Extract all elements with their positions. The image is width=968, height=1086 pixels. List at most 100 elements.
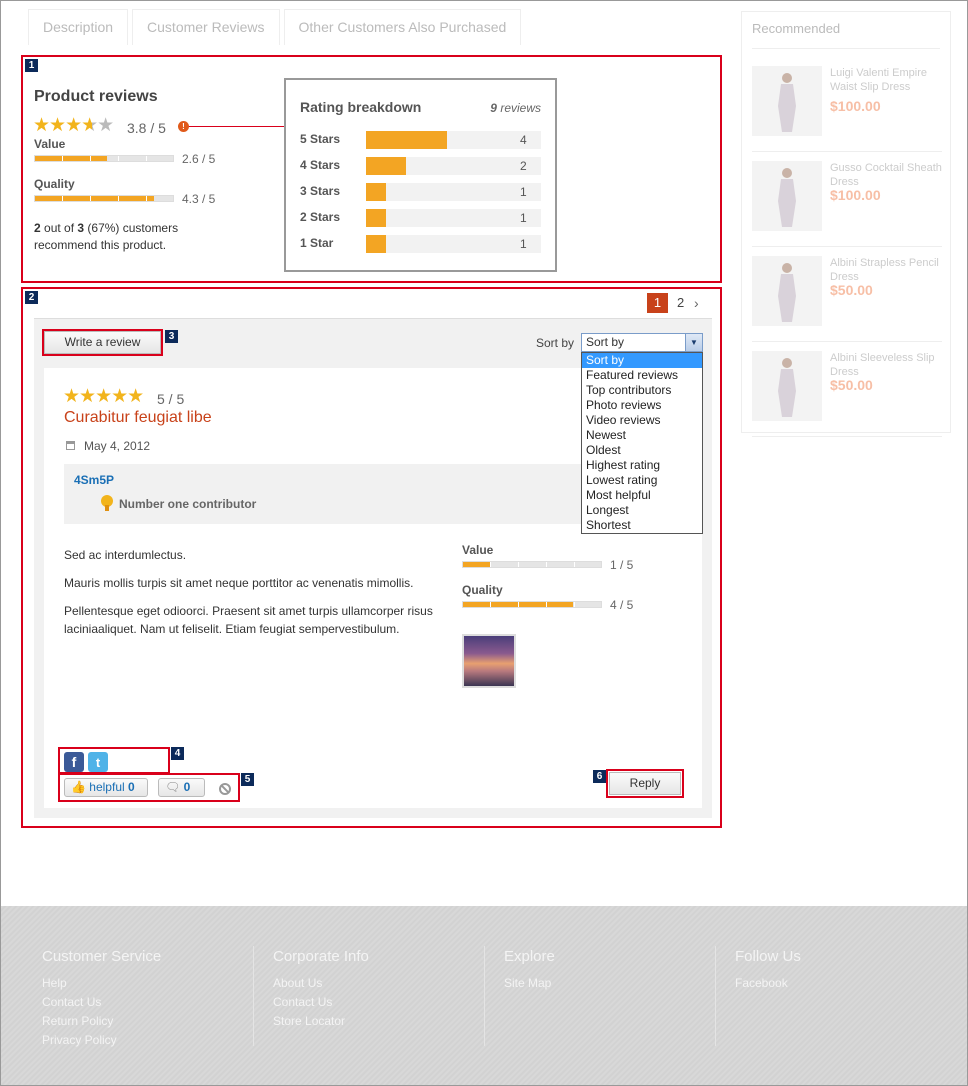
sort-option[interactable]: Photo reviews	[582, 398, 702, 413]
summary-quality-text: 4.3 / 5	[182, 192, 216, 206]
rating-row-fill	[366, 235, 387, 253]
rating-row[interactable]: 5 Stars 4	[300, 131, 541, 149]
helpful-button[interactable]: 👍 helpful 0	[64, 778, 148, 797]
facebook-icon[interactable]: f	[64, 752, 84, 772]
sort-option[interactable]: Video reviews	[582, 413, 702, 428]
tab-customer-reviews[interactable]: Customer Reviews	[132, 9, 280, 45]
rating-row-count: 4	[520, 133, 527, 147]
footer-column-title: Corporate Info	[273, 948, 369, 965]
contributor-badge: Number one contributor	[119, 497, 257, 511]
product-name[interactable]: Gusso Cocktail Sheath Dress	[830, 161, 945, 189]
rating-row-label: 5 Stars	[300, 132, 341, 146]
unhelpful-button[interactable]: 🗨 0	[158, 778, 205, 797]
recommended-item[interactable]: Albini Strapless Pencil Dress $50.00	[752, 252, 942, 342]
product-price: $50.00	[830, 282, 873, 298]
annotation-number-4: 4	[171, 747, 184, 760]
product-name[interactable]: Luigi Valenti Empire Waist Slip Dress	[830, 66, 945, 94]
rating-row-track	[366, 235, 541, 253]
product-image[interactable]	[752, 161, 822, 231]
rating-row-fill	[366, 131, 447, 149]
sort-option[interactable]: Sort by	[582, 353, 702, 368]
review-paragraph-3: Pellentesque eget odioorci. Praesent sit…	[64, 604, 433, 636]
review-stars: ★★★★★	[63, 386, 144, 407]
rating-row[interactable]: 3 Stars 1	[300, 183, 541, 201]
summary-stars: ★★★★★	[33, 115, 114, 136]
summary-value-label: Value	[34, 137, 66, 151]
product-name[interactable]: Albini Strapless Pencil Dress	[830, 256, 945, 284]
tab-description[interactable]: Description	[28, 9, 129, 45]
medal-ribbon	[105, 505, 109, 511]
review-title[interactable]: Curabitur feugiat libe	[64, 409, 212, 427]
footer-link[interactable]: Facebook	[735, 974, 935, 993]
sort-option[interactable]: Most helpful	[582, 488, 702, 503]
calendar-icon	[66, 441, 75, 450]
rating-row-count: 1	[520, 185, 527, 199]
recommended-title: Recommended	[752, 21, 940, 49]
product-price: $100.00	[830, 187, 881, 203]
sort-option[interactable]: Top contributors	[582, 383, 702, 398]
rating-row-fill	[366, 157, 407, 175]
product-image[interactable]	[752, 256, 822, 326]
footer-link[interactable]: Privacy Policy	[42, 1031, 242, 1050]
review-photo-thumbnail[interactable]	[462, 634, 516, 688]
review-paragraph-2: Mauris mollis turpis sit amet neque port…	[64, 576, 414, 590]
annotation-number-3: 3	[165, 330, 178, 343]
footer-link[interactable]: Site Map	[504, 974, 704, 993]
footer-divider	[715, 946, 716, 1046]
info-icon[interactable]: !	[178, 121, 189, 132]
sort-option[interactable]: Longest	[582, 503, 702, 518]
report-icon[interactable]	[219, 783, 231, 795]
footer-link[interactable]: Store Locator	[273, 1012, 473, 1031]
tab-also-purchased[interactable]: Other Customers Also Purchased	[283, 9, 522, 45]
footer-divider	[253, 946, 254, 1046]
twitter-icon[interactable]: t	[88, 752, 108, 772]
product-image[interactable]	[752, 66, 822, 136]
footer-column-title: Follow Us	[735, 948, 801, 965]
sort-select[interactable]: Sort by ▼	[581, 333, 703, 352]
reply-button[interactable]: Reply	[609, 772, 681, 795]
thumbs-down-icon: 🗨	[165, 780, 181, 794]
rating-row-label: 1 Star	[300, 236, 334, 250]
review-value-text: 1 / 5	[610, 558, 634, 572]
rating-row-label: 4 Stars	[300, 158, 341, 172]
recommend-text: 2 out of 3 (67%) customers recommend this…	[34, 221, 179, 252]
review-quality-text: 4 / 5	[610, 598, 634, 612]
recommended-item[interactable]: Luigi Valenti Empire Waist Slip Dress $10…	[752, 62, 942, 152]
sort-option[interactable]: Featured reviews	[582, 368, 702, 383]
product-price: $50.00	[830, 377, 873, 393]
sort-option[interactable]: Shortest	[582, 518, 702, 533]
recommended-sidebar: Recommended Luigi Valenti Empire Waist S…	[741, 11, 951, 437]
rating-row-count: 1	[520, 237, 527, 251]
recommended-item[interactable]: Albini Sleeveless Slip Dress $50.00	[752, 347, 942, 437]
review-value-bar	[462, 561, 602, 568]
page-2-link[interactable]: 2	[677, 293, 684, 313]
footer-link[interactable]: Help	[42, 974, 242, 993]
footer-link[interactable]: Return Policy	[42, 1012, 242, 1031]
footer-link[interactable]: About Us	[273, 974, 473, 993]
write-review-button[interactable]: Write a review	[44, 331, 161, 354]
chevron-right-icon[interactable]: ›	[694, 293, 699, 313]
sort-option[interactable]: Oldest	[582, 443, 702, 458]
annotation-number-2: 2	[25, 291, 38, 304]
sort-option[interactable]: Newest	[582, 428, 702, 443]
chevron-down-icon[interactable]: ▼	[685, 334, 702, 351]
page-1-button[interactable]: 1	[647, 293, 668, 313]
footer-link[interactable]: Contact Us	[42, 993, 242, 1012]
rating-row-label: 3 Stars	[300, 184, 341, 198]
rating-row-fill	[366, 209, 387, 227]
rating-row-track	[366, 157, 541, 175]
reviewer-name[interactable]: 4Sm5P	[74, 473, 114, 487]
sort-option[interactable]: Highest rating	[582, 458, 702, 473]
review-body: Sed ac interdumlectus. Mauris mollis tur…	[64, 546, 434, 638]
product-image[interactable]	[752, 351, 822, 421]
product-name[interactable]: Albini Sleeveless Slip Dress	[830, 351, 945, 379]
recommended-item[interactable]: Gusso Cocktail Sheath Dress $100.00	[752, 157, 942, 247]
rating-row-track	[366, 183, 541, 201]
rating-row[interactable]: 4 Stars 2	[300, 157, 541, 175]
footer-link[interactable]: Contact Us	[273, 993, 473, 1012]
sort-options-list[interactable]: Sort by Featured reviews Top contributors P…	[581, 352, 703, 534]
review-rating-text: 5 / 5	[157, 391, 185, 407]
sort-option[interactable]: Lowest rating	[582, 473, 702, 488]
rating-row[interactable]: 1 Star 1	[300, 235, 541, 253]
rating-row[interactable]: 2 Stars 1	[300, 209, 541, 227]
